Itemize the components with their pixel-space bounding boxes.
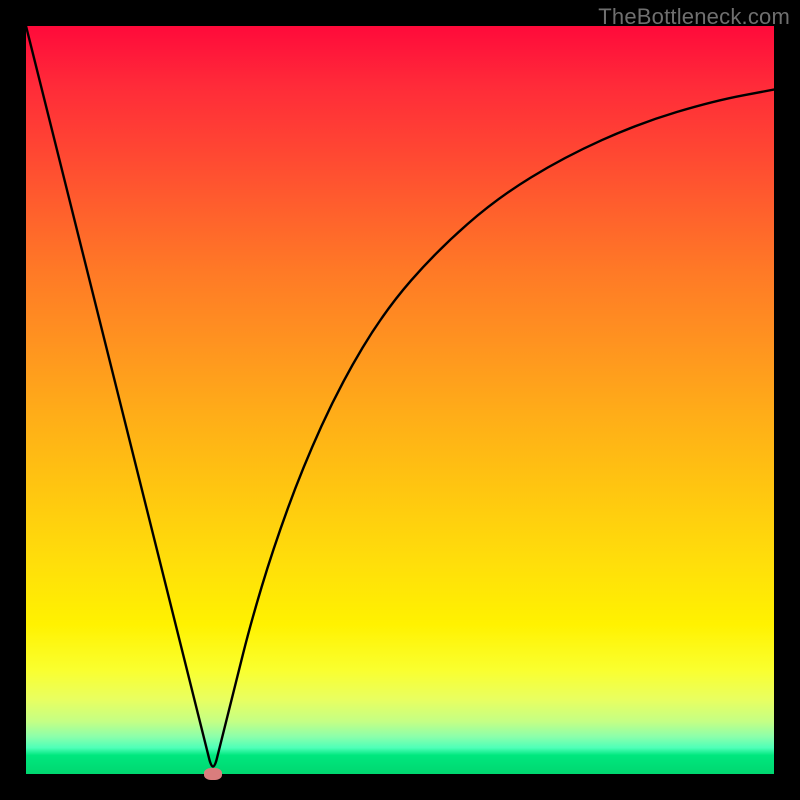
optimal-point-marker — [204, 768, 222, 780]
plot-area — [26, 26, 774, 774]
chart-frame: TheBottleneck.com — [0, 0, 800, 800]
attribution-label: TheBottleneck.com — [598, 4, 790, 30]
bottleneck-curve — [26, 26, 774, 774]
